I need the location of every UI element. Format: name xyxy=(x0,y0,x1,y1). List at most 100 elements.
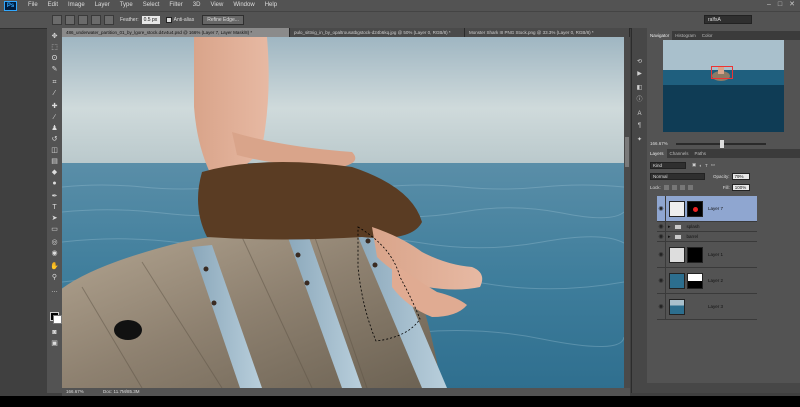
type-tool-icon[interactable]: T xyxy=(50,203,59,212)
blend-mode-select[interactable]: Normal xyxy=(650,172,705,180)
navigator-zoom-value[interactable]: 166.67% xyxy=(650,141,668,146)
move-tool-icon[interactable]: ✥ xyxy=(50,32,59,41)
visibility-eye-icon[interactable]: ◉ xyxy=(657,268,666,293)
tab-monster-shark-png[interactable]: Monster Shark III PNG Stock.png @ 33.3% … xyxy=(465,28,630,37)
zoom-readout[interactable]: 166.67% xyxy=(66,389,84,394)
layer-name[interactable]: Layer 7 xyxy=(708,206,723,211)
add-to-selection-icon[interactable] xyxy=(78,15,88,25)
quick-select-tool-icon[interactable]: ✎ xyxy=(50,65,59,74)
layer-thumbnail[interactable] xyxy=(669,272,685,289)
menu-type[interactable]: Type xyxy=(115,0,138,11)
path-select-tool-icon[interactable]: ➤ xyxy=(50,214,59,223)
brush-tool-icon[interactable]: ∕ xyxy=(50,113,59,122)
menu-3d[interactable]: 3D xyxy=(188,0,206,11)
menu-file[interactable]: File xyxy=(23,0,43,11)
refine-edge-button[interactable]: Refine Edge... xyxy=(202,15,244,25)
quick-mask-icon[interactable]: ◙ xyxy=(50,328,59,337)
blur-tool-icon[interactable]: ◆ xyxy=(50,168,59,177)
navigator-preview[interactable] xyxy=(663,40,784,132)
layer-thumbnail[interactable] xyxy=(669,298,685,315)
layer-name[interactable]: barrel xyxy=(687,234,699,239)
expand-arrow-icon[interactable]: ▸ xyxy=(668,234,671,240)
shape-tool-icon[interactable]: ▭ xyxy=(50,225,59,234)
visibility-eye-icon[interactable]: ◉ xyxy=(657,232,666,241)
eraser-tool-icon[interactable]: ◫ xyxy=(50,146,59,155)
history-brush-tool-icon[interactable]: ↺ xyxy=(50,135,59,144)
menu-image[interactable]: Image xyxy=(63,0,90,11)
layer-thumbnail[interactable] xyxy=(669,246,685,263)
lock-transparent-icon[interactable] xyxy=(663,184,669,190)
dodge-tool-icon[interactable]: ● xyxy=(50,179,59,188)
layer-name[interactable]: Layer 3 xyxy=(708,304,723,309)
scrollbar-thumb[interactable] xyxy=(625,137,629,167)
gradient-tool-icon[interactable]: ▤ xyxy=(50,157,59,166)
marquee-tool-icon[interactable]: ⬚ xyxy=(50,43,59,52)
new-selection-icon[interactable] xyxy=(65,15,75,25)
menu-view[interactable]: View xyxy=(205,0,228,11)
document-canvas[interactable] xyxy=(62,37,624,388)
tab-boy-sitting-jpg[interactable]: pulo_sittnig_in_by_opaltrousatbgstock-d2… xyxy=(290,28,465,37)
clone-stamp-tool-icon[interactable]: ♟ xyxy=(50,124,59,133)
filter-pixel-icon[interactable]: ▣ xyxy=(692,162,696,168)
visibility-eye-icon[interactable]: ◉ xyxy=(657,294,666,319)
actions-panel-icon[interactable]: ▶ xyxy=(635,70,644,79)
visibility-eye-icon[interactable]: ◉ xyxy=(657,242,666,267)
menu-layer[interactable]: Layer xyxy=(90,0,115,11)
filter-shape-icon[interactable]: ▭ xyxy=(711,162,715,168)
antialias-checkbox[interactable] xyxy=(165,17,172,23)
character-panel-icon[interactable]: A xyxy=(635,110,644,119)
layer-row[interactable]: ◉ Layer 3 xyxy=(657,294,757,320)
pen-tool-icon[interactable]: ✒ xyxy=(50,192,59,201)
tab-navigator[interactable]: Navigator xyxy=(647,31,673,40)
feather-input[interactable]: 0.5 px xyxy=(141,16,160,24)
lasso-tool-icon[interactable]: ʘ xyxy=(50,54,59,63)
menu-select[interactable]: Select xyxy=(138,0,165,11)
tab-histogram[interactable]: Histogram xyxy=(672,31,699,40)
layer-mask-thumbnail[interactable] xyxy=(687,272,703,289)
properties-panel-icon[interactable]: ◧ xyxy=(635,84,644,93)
layer-thumbnail[interactable] xyxy=(669,200,685,217)
3d-tool-icon[interactable]: ◎ xyxy=(50,238,59,247)
healing-brush-tool-icon[interactable]: ✚ xyxy=(50,102,59,111)
canvas-vertical-scrollbar[interactable] xyxy=(624,37,630,388)
background-color-swatch[interactable] xyxy=(53,315,62,324)
layer-name[interactable]: splash xyxy=(687,224,700,229)
fill-input[interactable]: 100% xyxy=(731,183,750,191)
menu-edit[interactable]: Edit xyxy=(43,0,63,11)
visibility-eye-icon[interactable]: ◉ xyxy=(657,196,666,221)
lasso-tool-preset-icon[interactable] xyxy=(52,15,62,25)
zoom-tool-icon[interactable]: ⚲ xyxy=(50,273,59,282)
minimize-button[interactable]: – xyxy=(765,1,773,9)
layer-kind-filter[interactable]: Kind xyxy=(650,161,686,169)
3d-camera-tool-icon[interactable]: ◉ xyxy=(50,249,59,258)
opacity-input[interactable]: 79% xyxy=(731,172,750,180)
layer-mask-thumbnail[interactable] xyxy=(687,246,703,263)
layer-group-row[interactable]: ◉ ▸ splash xyxy=(657,222,757,232)
navigator-zoom-slider[interactable] xyxy=(675,139,766,148)
maximize-button[interactable]: □ xyxy=(776,1,784,9)
lock-position-icon[interactable] xyxy=(679,184,685,190)
hand-tool-icon[interactable]: ✋ xyxy=(50,262,59,271)
navigator-view-box[interactable] xyxy=(711,66,733,79)
edit-toolbar-icon[interactable]: … xyxy=(50,286,59,295)
tab-channels[interactable]: Channels xyxy=(667,149,692,158)
layer-mask-thumbnail[interactable] xyxy=(687,200,703,217)
layer-name[interactable]: Layer 2 xyxy=(708,278,723,283)
menu-filter[interactable]: Filter xyxy=(164,0,187,11)
paragraph-panel-icon[interactable]: ¶ xyxy=(635,122,644,131)
menu-help[interactable]: Help xyxy=(260,0,282,11)
filter-adjust-icon[interactable]: ◐ xyxy=(699,163,702,168)
layer-row[interactable]: ◉ Layer 1 xyxy=(657,242,757,268)
subtract-selection-icon[interactable] xyxy=(91,15,101,25)
visibility-eye-icon[interactable]: ◉ xyxy=(657,222,666,231)
intersect-selection-icon[interactable] xyxy=(104,15,114,25)
zoom-slider-knob[interactable] xyxy=(719,139,724,148)
layer-name[interactable]: Layer 1 xyxy=(708,252,723,257)
crop-tool-icon[interactable]: ⌗ xyxy=(50,78,59,87)
tab-paths[interactable]: Paths xyxy=(692,149,710,158)
menu-window[interactable]: Window xyxy=(228,0,259,11)
eyedropper-tool-icon[interactable]: ⁄ xyxy=(50,89,59,98)
layer-row[interactable]: ◉ Layer 2 xyxy=(657,268,757,294)
filter-type-icon[interactable]: T xyxy=(705,163,708,168)
tab-layers[interactable]: Layers xyxy=(647,149,667,158)
